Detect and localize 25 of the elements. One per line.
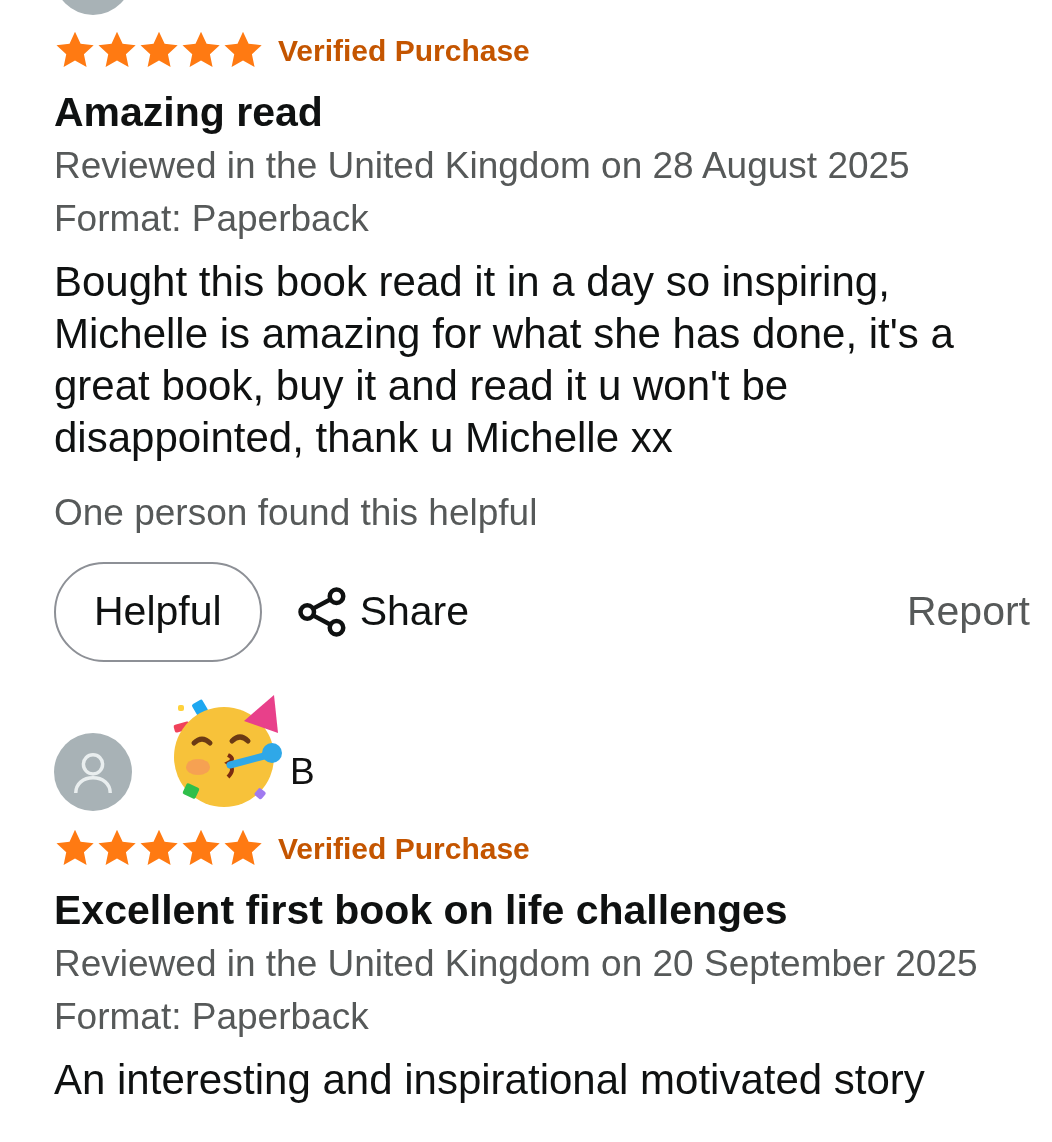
star-icon xyxy=(54,31,96,69)
review-title: Excellent first book on life challenges xyxy=(54,886,789,935)
star-icon xyxy=(138,829,180,867)
star-icon xyxy=(180,829,222,867)
share-button[interactable]: Share xyxy=(295,581,470,643)
star-icon xyxy=(180,31,222,69)
verified-purchase-label: Verified Purchase xyxy=(278,830,530,867)
review-format: Format: Paperback xyxy=(54,995,370,1039)
review-date: Reviewed in the United Kingdom on 20 September 2025 xyxy=(54,942,979,986)
star-icon xyxy=(96,829,138,867)
review-date: Reviewed in the United Kingdom on 28 August 2025 xyxy=(54,144,911,188)
review-title: Amazing read xyxy=(54,88,324,137)
star-icon xyxy=(138,31,180,69)
review-text: An interesting and inspirational motivated story xyxy=(54,1055,926,1105)
star-icon xyxy=(96,31,138,69)
review-text: Bought this book read it in a day so inspiring, Michelle is amazing for what she has done, it's a great book, buy it and read it u won't be disappointed, thank u Michelle xx xyxy=(54,257,955,463)
helpful-count: One person found this helpful xyxy=(54,491,539,535)
star-icon xyxy=(54,829,96,867)
helpful-button[interactable]: Helpful xyxy=(54,562,262,662)
star-icon xyxy=(222,829,264,867)
review-format: Format: Paperback xyxy=(54,197,370,241)
star-icon xyxy=(222,31,264,69)
verified-purchase-label: Verified Purchase xyxy=(278,32,530,69)
reviewer-name: B xyxy=(289,750,315,795)
report-link[interactable]: Report xyxy=(906,581,1030,643)
